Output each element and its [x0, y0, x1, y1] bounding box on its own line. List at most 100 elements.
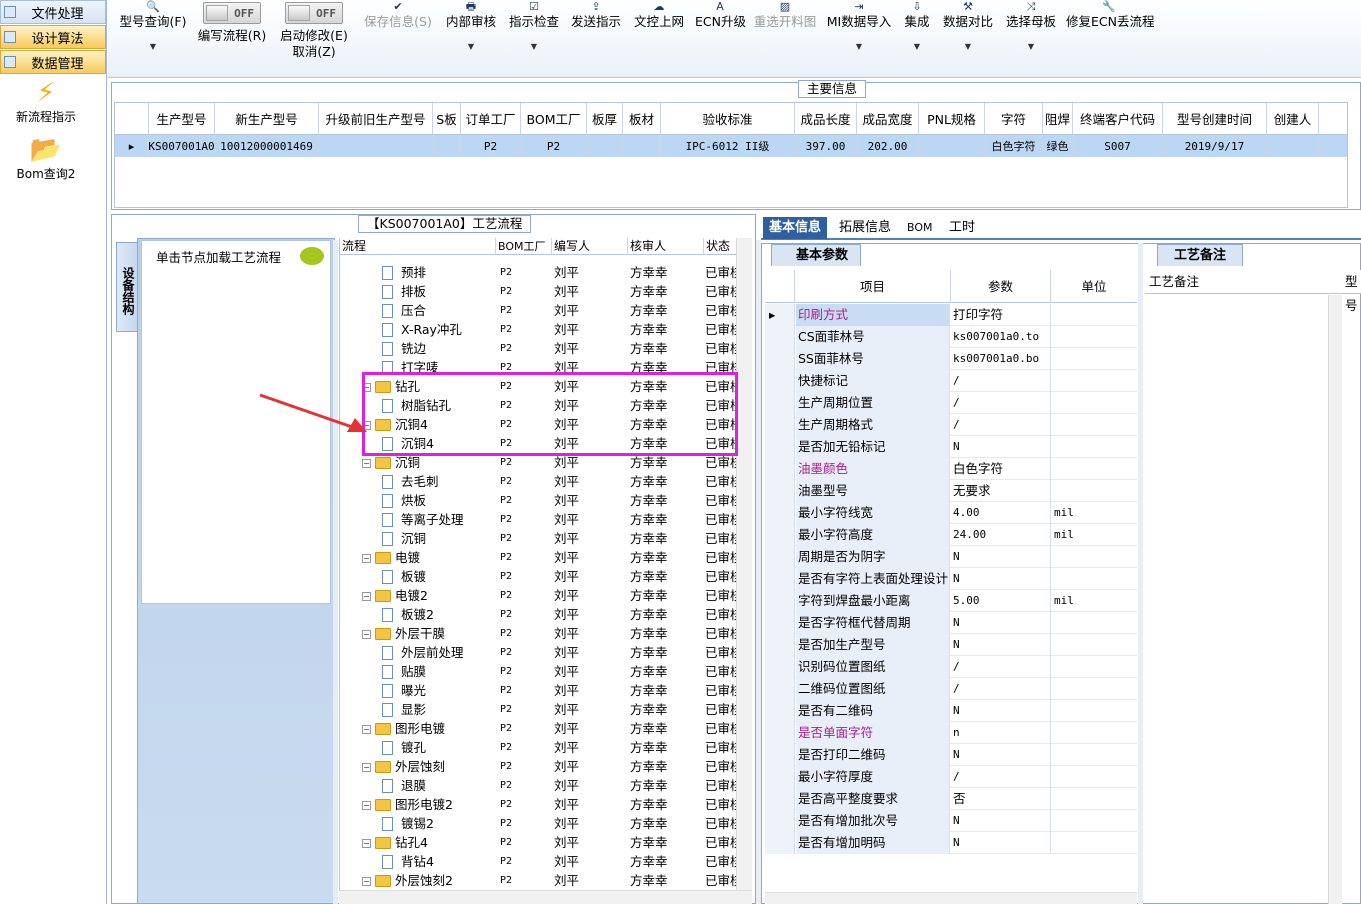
tree-row[interactable]: 预排 P2 刘平 方幸幸 已审核 — [340, 263, 743, 282]
col-note[interactable]: 工艺备注 — [1149, 270, 1199, 294]
param-value[interactable]: N — [951, 744, 1051, 766]
col-writer[interactable]: 编写人 — [552, 238, 628, 255]
param-value[interactable]: N — [951, 546, 1051, 568]
param-row[interactable]: 是否加无铅标记 N — [765, 436, 1137, 458]
tree-row[interactable]: 显影 P2 刘平 方幸幸 已审核 — [340, 700, 743, 719]
param-value[interactable]: 无要求 — [951, 480, 1051, 502]
table-cell[interactable]: KS007001A0 — [149, 135, 215, 157]
collapse-icon[interactable]: − — [362, 630, 371, 639]
column-header[interactable]: PNL规格 — [919, 103, 985, 134]
tree-row[interactable]: − 电镀 P2 刘平 方幸幸 已审核 — [340, 548, 743, 567]
col-status[interactable]: 状态 — [704, 238, 740, 255]
column-header[interactable]: 生产型号 — [149, 103, 215, 134]
tree-node-label[interactable]: 排板 — [382, 282, 496, 301]
tree-row[interactable]: 镀孔 P2 刘平 方幸幸 已审核 — [340, 738, 743, 757]
param-row[interactable]: 是否有二维码 N — [765, 700, 1137, 722]
tree-node-label[interactable]: 背钻4 — [382, 852, 496, 871]
internal-review-button[interactable]: 🖶 内部审核 ▼ — [444, 0, 498, 55]
collapse-icon[interactable]: − — [362, 763, 371, 772]
vertical-scrollbar[interactable] — [1328, 295, 1342, 904]
data-compare-button[interactable]: ⚒ 数据对比 ▼ — [942, 0, 994, 55]
param-value[interactable]: 打印字符 — [951, 304, 1051, 326]
select-mother-button[interactable]: ⤨ 选择母板 ▼ — [1004, 0, 1058, 55]
param-row[interactable]: 是否有增加明码 N — [765, 832, 1137, 854]
tree-row[interactable]: 去毛刺 P2 刘平 方幸幸 已审核 — [340, 472, 743, 491]
param-row[interactable]: 是否有增加批次号 N — [765, 810, 1137, 832]
tree-row[interactable]: 曝光 P2 刘平 方幸幸 已审核 — [340, 681, 743, 700]
param-value[interactable]: N — [951, 436, 1051, 458]
tree-node-label[interactable]: − 电镀 — [362, 548, 496, 567]
splitter[interactable] — [1138, 243, 1143, 904]
param-value[interactable]: 5.00 — [951, 590, 1051, 612]
tree-node-label[interactable]: 贴膜 — [382, 662, 496, 681]
collapse-icon[interactable]: − — [362, 877, 371, 886]
table-cell[interactable] — [433, 135, 461, 157]
launcher-bom-query[interactable]: 📂 Bom查询2 — [0, 135, 92, 182]
column-header[interactable]: 成品宽度 — [857, 103, 919, 134]
tree-node-label[interactable]: 沉铜 — [382, 529, 496, 548]
param-value[interactable]: n — [951, 722, 1051, 744]
tree-node-label[interactable]: 铣边 — [382, 339, 496, 358]
doc-online-button[interactable]: ☁ 文控上网 — [633, 0, 685, 30]
column-header[interactable]: 字符 — [985, 103, 1043, 134]
param-row[interactable]: 油墨颜色 白色字符 — [765, 458, 1137, 480]
tree-node-label[interactable]: 镀锡2 — [382, 814, 496, 833]
tree-node-label[interactable]: − 钻孔4 — [362, 833, 496, 852]
launcher-new-flow[interactable]: ⚡ 新流程指示 — [0, 78, 92, 125]
param-row[interactable]: 最小字符高度 24.00 mil — [765, 524, 1137, 546]
tree-row[interactable]: 背钻4 P2 刘平 方幸幸 已审核 — [340, 852, 743, 871]
tree-row[interactable]: − 图形电镀 P2 刘平 方幸幸 已审核 — [340, 719, 743, 738]
nav-tab-design[interactable]: 设计算法 — [0, 25, 106, 49]
tab-extended-info[interactable]: 拓展信息 — [833, 217, 897, 239]
indicator-check-button[interactable]: ☑ 指示检查 ▼ — [508, 0, 560, 55]
tree-row[interactable]: X-Ray冲孔 P2 刘平 方幸幸 已审核 — [340, 320, 743, 339]
col-flow[interactable]: 流程 — [340, 238, 496, 255]
tree-row[interactable]: 压合 P2 刘平 方幸幸 已审核 — [340, 301, 743, 320]
tree-row[interactable]: 板镀 P2 刘平 方幸幸 已审核 — [340, 567, 743, 586]
reselect-material-button[interactable]: ▨ 重选开料图 — [752, 0, 818, 30]
tree-node-label[interactable]: 退膜 — [382, 776, 496, 795]
param-row[interactable]: 二维码位置图纸 / — [765, 678, 1137, 700]
param-value[interactable]: / — [951, 656, 1051, 678]
param-row[interactable]: 油墨型号 无要求 — [765, 480, 1137, 502]
tree-row[interactable]: − 外层蚀刻 P2 刘平 方幸幸 已审核 — [340, 757, 743, 776]
splitter[interactable] — [333, 240, 338, 904]
param-value[interactable]: 24.00 — [951, 524, 1051, 546]
start-modify-toggle[interactable]: OFF 启动修改(E) 取消(Z) — [276, 2, 352, 60]
toggle-switch[interactable]: OFF — [203, 2, 261, 24]
collapse-icon[interactable]: − — [362, 459, 371, 468]
table-cell[interactable]: 202.00 — [857, 135, 919, 157]
tree-row[interactable]: 铣边 P2 刘平 方幸幸 已审核 — [340, 339, 743, 358]
tree-node-label[interactable]: 等离子处理 — [382, 510, 496, 529]
tree-node-label[interactable]: 压合 — [382, 301, 496, 320]
tree-node-label[interactable]: 预排 — [382, 263, 496, 282]
send-indicator-button[interactable]: ⇪ 发送指示 — [570, 0, 622, 30]
table-cell[interactable]: 397.00 — [795, 135, 857, 157]
tree-row[interactable]: 排板 P2 刘平 方幸幸 已审核 — [340, 282, 743, 301]
tree-node-label[interactable]: 镀孔 — [382, 738, 496, 757]
tab-process-note[interactable]: 工艺备注 — [1157, 244, 1243, 266]
param-row[interactable]: 字符到焊盘最小距离 5.00 mil — [765, 590, 1137, 612]
cancel-label[interactable]: 取消(Z) — [292, 44, 335, 59]
tree-node-label[interactable]: 板镀2 — [382, 605, 496, 624]
param-row[interactable]: 是否有字符上表面处理设计 N — [765, 568, 1137, 590]
col-unit[interactable]: 单位 — [1051, 270, 1137, 303]
repair-ecn-button[interactable]: 🔧 修复ECN丢流程 — [1066, 0, 1154, 30]
table-cell[interactable]: 2019/9/17 — [1163, 135, 1267, 157]
column-header[interactable]: 型号创建时间 — [1163, 103, 1267, 134]
nav-tab-file[interactable]: 文件处理 — [0, 0, 106, 24]
param-value[interactable]: ks007001a0.bo — [951, 348, 1051, 370]
param-row[interactable]: 生产周期格式 / — [765, 414, 1137, 436]
tree-row[interactable]: 等离子处理 P2 刘平 方幸幸 已审核 — [340, 510, 743, 529]
param-row[interactable]: SS面菲林号 ks007001a0.bo — [765, 348, 1137, 370]
table-cell[interactable] — [919, 135, 985, 157]
integrate-button[interactable]: ⇩ 集成 ▼ — [900, 0, 934, 55]
tree-row[interactable]: 贴膜 P2 刘平 方幸幸 已审核 — [340, 662, 743, 681]
col-param[interactable]: 参数 — [951, 270, 1051, 303]
tree-row[interactable]: − 电镀2 P2 刘平 方幸幸 已审核 — [340, 586, 743, 605]
toggle-switch[interactable]: OFF — [285, 2, 343, 24]
param-row[interactable]: 生产周期位置 / — [765, 392, 1137, 414]
param-value[interactable]: / — [951, 370, 1051, 392]
column-header[interactable]: 成品长度 — [795, 103, 857, 134]
param-row[interactable]: 快捷标记 / — [765, 370, 1137, 392]
